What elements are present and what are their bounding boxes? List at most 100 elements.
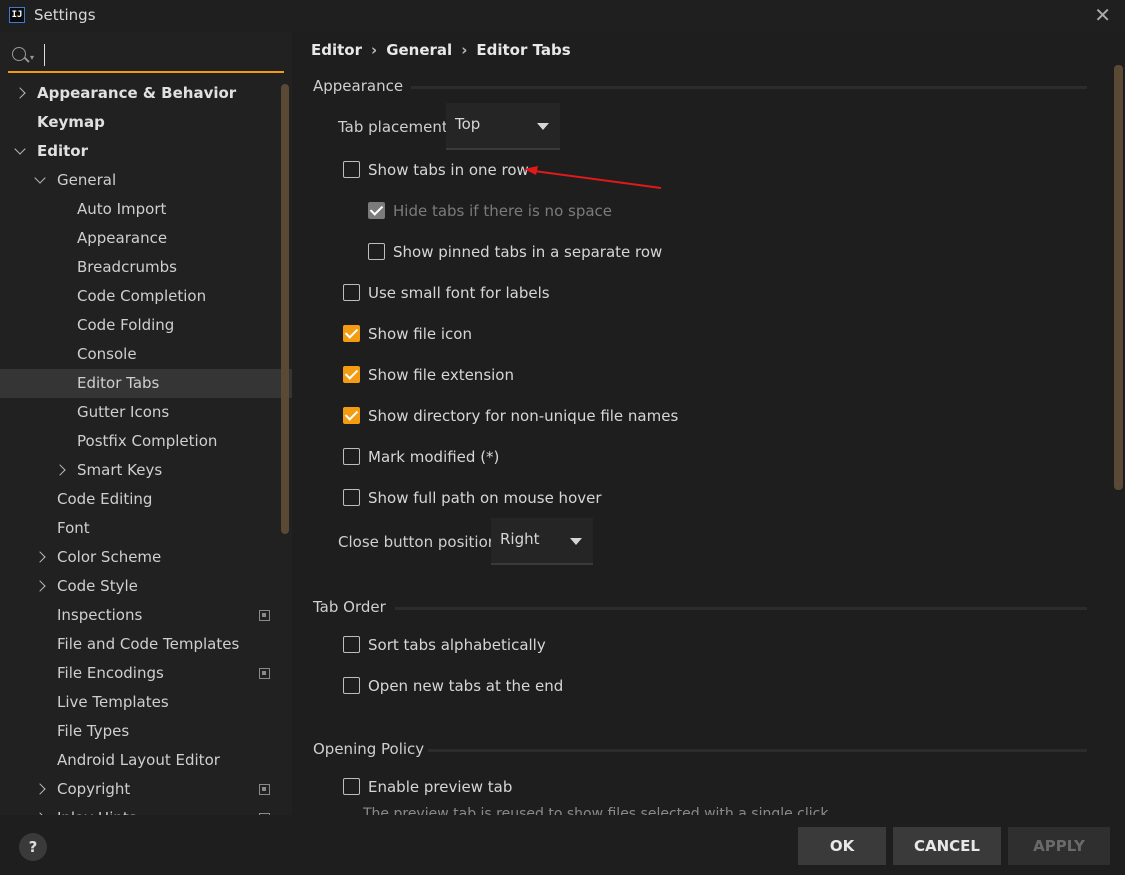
sidebar-item-file-types[interactable]: File Types <box>0 717 292 746</box>
sidebar-item-font[interactable]: Font <box>0 514 292 543</box>
checkbox-box[interactable] <box>343 448 360 465</box>
sidebar-item-label: Breadcrumbs <box>77 258 177 276</box>
sidebar-item-smart-keys[interactable]: Smart Keys <box>0 456 292 485</box>
breadcrumb-separator-icon: › <box>371 41 378 59</box>
checkbox-label: Hide tabs if there is no space <box>393 202 613 220</box>
checkbox-label: Mark modified (*) <box>368 448 500 466</box>
cancel-button[interactable]: CANCEL <box>893 827 1001 865</box>
ok-button[interactable]: OK <box>798 827 886 865</box>
sidebar-item-console[interactable]: Console <box>0 340 292 369</box>
chevron-right-icon[interactable] <box>34 580 46 592</box>
tab-placement-select[interactable]: Top <box>446 103 560 150</box>
checkbox-box[interactable] <box>343 489 360 506</box>
sidebar-item-color-scheme[interactable]: Color Scheme <box>0 543 292 572</box>
breadcrumb-general[interactable]: General <box>386 41 452 59</box>
search-box[interactable]: ▾ <box>8 40 284 73</box>
close-button-position-select[interactable]: Right <box>491 518 593 565</box>
chevron-right-icon[interactable] <box>54 464 66 476</box>
content-scrollbar[interactable] <box>1114 65 1123 490</box>
checkbox-label: Show directory for non-unique file names <box>368 407 679 425</box>
sidebar-item-editor[interactable]: Editor <box>0 137 292 166</box>
settings-sidebar: ▾ Appearance & Behavior Keymap Editor Gener… <box>0 32 292 815</box>
window-title: Settings <box>34 6 96 24</box>
sidebar-item-code-completion[interactable]: Code Completion <box>0 282 292 311</box>
search-input[interactable] <box>44 44 274 66</box>
project-scope-icon <box>259 784 270 795</box>
close-button-position-value: Right <box>500 530 540 548</box>
chevron-right-icon[interactable] <box>34 783 46 795</box>
sidebar-item-general[interactable]: General <box>0 166 292 195</box>
sidebar-item-label: Android Layout Editor <box>57 751 220 769</box>
sidebar-item-file-and-code-templates[interactable]: File and Code Templates <box>0 630 292 659</box>
sidebar-item-appearance-behavior[interactable]: Appearance & Behavior <box>0 79 292 108</box>
sidebar-item-code-style[interactable]: Code Style <box>0 572 292 601</box>
sidebar-item-gutter-icons[interactable]: Gutter Icons <box>0 398 292 427</box>
search-options-chevron-icon[interactable]: ▾ <box>30 53 34 62</box>
checkbox-box[interactable] <box>343 284 360 301</box>
chevron-down-icon[interactable] <box>14 143 26 155</box>
apply-button[interactable]: APPLY <box>1008 827 1110 865</box>
sidebar-item-label: Keymap <box>37 113 105 131</box>
intellij-logo-icon: IJ <box>9 7 25 23</box>
sidebar-item-label: Console <box>77 345 137 363</box>
checkbox-box[interactable] <box>343 325 360 342</box>
sidebar-item-label: General <box>57 171 117 189</box>
sidebar-item-label: Postfix Completion <box>77 432 218 450</box>
dropdown-arrow-icon <box>570 538 582 545</box>
sidebar-item-live-templates[interactable]: Live Templates <box>0 688 292 717</box>
sidebar-item-label: Code Editing <box>57 490 153 508</box>
sidebar-item-label: Code Completion <box>77 287 207 305</box>
sidebar-item-inlay-hints[interactable]: Inlay Hints <box>0 804 292 815</box>
sidebar-item-appearance[interactable]: Appearance <box>0 224 292 253</box>
tab-placement-value: Top <box>455 115 481 133</box>
sidebar-item-label: File Encodings <box>57 664 164 682</box>
sidebar-item-label: File and Code Templates <box>57 635 240 653</box>
sidebar-item-postfix-completion[interactable]: Postfix Completion <box>0 427 292 456</box>
chevron-down-icon[interactable] <box>34 172 46 184</box>
section-title-tab-order: Tab Order <box>313 598 386 616</box>
sidebar-item-editor-tabs[interactable]: Editor Tabs <box>0 369 292 398</box>
sidebar-item-auto-import[interactable]: Auto Import <box>0 195 292 224</box>
breadcrumb-editor-tabs: Editor Tabs <box>476 41 571 59</box>
sidebar-item-code-editing[interactable]: Code Editing <box>0 485 292 514</box>
section-divider <box>395 607 1087 610</box>
sidebar-item-copyright[interactable]: Copyright <box>0 775 292 804</box>
sidebar-item-file-encodings[interactable]: File Encodings <box>0 659 292 688</box>
tab-placement-label: Tab placement: <box>338 118 453 136</box>
close-icon[interactable]: ✕ <box>1094 3 1111 27</box>
sidebar-item-label: Code Folding <box>77 316 175 334</box>
section-title-appearance: Appearance <box>313 77 404 95</box>
chevron-right-icon[interactable] <box>34 551 46 563</box>
checkbox-label: Sort tabs alphabetically <box>368 636 546 654</box>
sidebar-item-inspections[interactable]: Inspections <box>0 601 292 630</box>
checkbox-box[interactable] <box>343 366 360 383</box>
dropdown-arrow-icon <box>537 123 549 130</box>
chevron-right-icon[interactable] <box>14 87 26 99</box>
sidebar-item-keymap[interactable]: Keymap <box>0 108 292 137</box>
sidebar-scrollbar[interactable] <box>281 84 289 534</box>
sidebar-item-label: Auto Import <box>77 200 167 218</box>
checkbox-box[interactable] <box>343 636 360 653</box>
breadcrumb-editor[interactable]: Editor <box>311 41 362 59</box>
sidebar-item-breadcrumbs[interactable]: Breadcrumbs <box>0 253 292 282</box>
title-bar: IJ Settings ✕ <box>0 0 1125 32</box>
sidebar-item-label: Smart Keys <box>77 461 163 479</box>
checkbox-label: Show file icon <box>368 325 472 343</box>
checkbox-box[interactable] <box>343 161 360 178</box>
project-scope-icon <box>259 610 270 621</box>
section-title-opening-policy: Opening Policy <box>313 740 425 758</box>
help-button[interactable]: ? <box>19 833 47 861</box>
search-icon[interactable] <box>12 47 26 61</box>
sidebar-item-code-folding[interactable]: Code Folding <box>0 311 292 340</box>
editor-tabs-panel: Editor › General › Editor Tabs Appearance Ta… <box>292 32 1125 815</box>
checkbox-label: Show tabs in one row <box>368 161 529 179</box>
checkbox-box[interactable] <box>368 243 385 260</box>
checkbox-box[interactable] <box>343 407 360 424</box>
sidebar-item-android-layout-editor[interactable]: Android Layout Editor <box>0 746 292 775</box>
annotation-arrow <box>524 166 662 189</box>
checkbox-box[interactable] <box>368 202 385 219</box>
sidebar-item-label: Gutter Icons <box>77 403 170 421</box>
checkbox-box[interactable] <box>343 778 360 795</box>
checkbox-label: Use small font for labels <box>368 284 550 302</box>
checkbox-box[interactable] <box>343 677 360 694</box>
